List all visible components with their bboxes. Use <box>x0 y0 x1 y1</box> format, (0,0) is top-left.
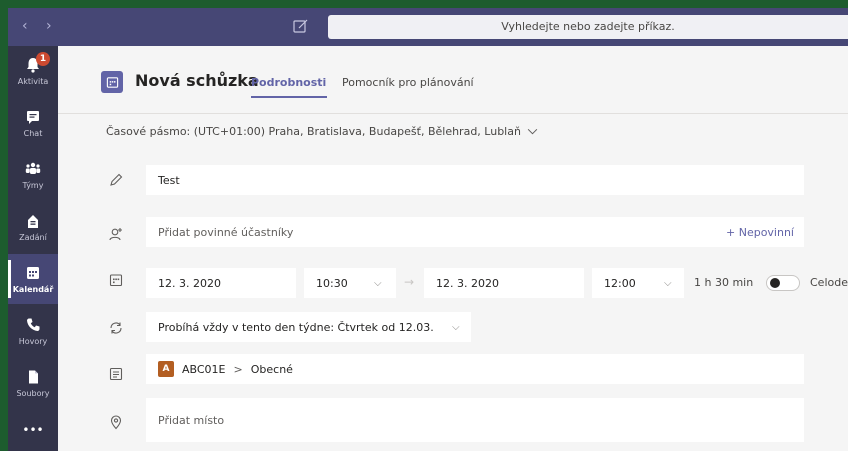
team-name: ABC01E <box>182 362 226 376</box>
recurrence-value: Probíhá vždy v tento den týdne: Čtvrtek … <box>158 320 434 334</box>
active-tab-indicator <box>251 96 327 98</box>
team-avatar: A <box>158 361 174 377</box>
page-title: Nová schůzka <box>135 71 259 90</box>
phone-icon <box>27 318 40 331</box>
repeat-icon <box>110 322 122 334</box>
back-button[interactable]: ‹ <box>22 18 28 34</box>
rail-item-calendar[interactable]: Kalendář <box>8 254 58 304</box>
channel-name: Obecné <box>250 362 293 376</box>
start-date-value: 12. 3. 2020 <box>158 276 221 290</box>
tab-scheduling-assistant[interactable]: Pomocník pro plánování <box>342 76 474 89</box>
timezone-label: Časové pásmo: (UTC+01:00) Praha, Bratisl… <box>106 125 521 138</box>
location-pin-icon <box>110 415 122 430</box>
rail-item-activity[interactable]: Aktivita 1 <box>8 46 58 96</box>
rail-label: Zadání <box>19 233 47 242</box>
toggle-knob <box>770 278 780 288</box>
channel-icon <box>109 367 123 381</box>
end-time-select[interactable]: 12:00 ⌵ <box>592 268 684 298</box>
end-date-value: 12. 3. 2020 <box>436 276 499 290</box>
calendar-icon <box>109 274 123 287</box>
notification-badge: 1 <box>36 52 50 66</box>
attendees-placeholder: Přidat povinné účastníky <box>158 225 294 239</box>
main-pane: Nová schůzka Podrobnosti Pomocník pro pl… <box>58 46 848 451</box>
app-rail: Aktivita 1 Chat Týmy Zadání Kalendář Hov… <box>8 46 58 451</box>
start-time-value: 10:30 <box>316 276 348 290</box>
pencil-icon <box>110 173 123 186</box>
breadcrumb-separator: > <box>233 362 243 376</box>
end-time-value: 12:00 <box>604 276 636 290</box>
meeting-title-input[interactable]: Test <box>146 165 804 195</box>
meeting-header: Nová schůzka Podrobnosti Pomocník pro pl… <box>58 46 848 114</box>
recurrence-select[interactable]: Probíhá vždy v tento den týdne: Čtvrtek … <box>146 312 471 342</box>
all-day-toggle[interactable] <box>766 275 800 291</box>
title-bar: ‹ › Vyhledejte nebo zadejte příkaz. <box>8 8 848 46</box>
all-day-label: Celodenní <box>810 276 848 289</box>
teams-icon <box>25 162 41 174</box>
meeting-icon <box>101 71 123 93</box>
files-icon <box>29 370 38 384</box>
rail-label: Týmy <box>22 181 44 190</box>
teams-window: ‹ › Vyhledejte nebo zadejte příkaz. Akti… <box>8 8 848 451</box>
search-input[interactable]: Vyhledejte nebo zadejte příkaz. <box>328 15 848 39</box>
assignments-icon <box>28 215 38 228</box>
rail-item-teams[interactable]: Týmy <box>8 150 58 200</box>
location-placeholder: Přidat místo <box>158 413 225 427</box>
rail-item-chat[interactable]: Chat <box>8 98 58 148</box>
more-apps-button[interactable]: ••• <box>8 410 58 450</box>
rail-item-assignments[interactable]: Zadání <box>8 202 58 252</box>
add-person-icon <box>109 228 122 241</box>
rail-label: Aktivita <box>17 77 49 86</box>
required-attendees-input[interactable]: Přidat povinné účastníky + Nepovinní <box>146 217 804 247</box>
rail-label: Soubory <box>16 389 50 398</box>
forward-button[interactable]: › <box>46 18 52 34</box>
rail-label: Hovory <box>18 337 48 346</box>
compose-icon[interactable] <box>292 17 310 35</box>
end-date-picker[interactable]: 12. 3. 2020 <box>424 268 584 298</box>
channel-select[interactable]: A ABC01E > Obecné <box>146 354 804 384</box>
rail-item-files[interactable]: Soubory <box>8 358 58 408</box>
start-time-select[interactable]: 10:30 ⌵ <box>304 268 396 298</box>
start-date-picker[interactable]: 12. 3. 2020 <box>146 268 296 298</box>
chevron-down-icon <box>527 128 538 135</box>
optional-attendees-button[interactable]: + Nepovinní <box>726 226 794 239</box>
chat-icon <box>27 111 39 124</box>
arrow-right-icon: → <box>404 275 415 289</box>
tab-details[interactable]: Podrobnosti <box>251 76 326 89</box>
location-input[interactable]: Přidat místo <box>146 398 804 442</box>
meeting-title-value: Test <box>158 173 180 187</box>
chevron-down-icon: ⌵ <box>452 321 460 333</box>
calendar-icon <box>27 267 39 279</box>
rail-label: Kalendář <box>12 285 54 294</box>
chevron-down-icon: ⌵ <box>374 277 382 289</box>
timezone-selector[interactable]: Časové pásmo: (UTC+01:00) Praha, Bratisl… <box>106 125 538 138</box>
rail-item-calls[interactable]: Hovory <box>8 306 58 356</box>
duration-label: 1 h 30 min <box>694 276 754 289</box>
chevron-down-icon: ⌵ <box>664 277 672 289</box>
rail-label: Chat <box>23 129 43 138</box>
